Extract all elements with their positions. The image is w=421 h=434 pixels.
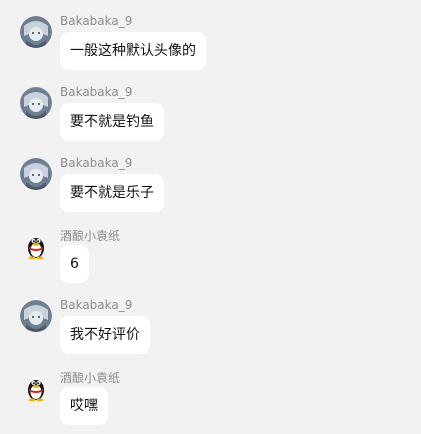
anime-character-avatar-icon[interactable] xyxy=(20,300,52,332)
message-bubble[interactable]: 要不就是钓鱼 xyxy=(60,103,164,141)
qq-penguin-avatar-icon[interactable] xyxy=(20,229,52,261)
message-bubble[interactable]: 6 xyxy=(60,245,89,283)
message-bubble[interactable]: 一般这种默认头像的 xyxy=(60,32,206,70)
sender-name: Bakabaka_9 xyxy=(60,156,133,170)
anime-character-avatar-icon[interactable] xyxy=(20,158,52,190)
anime-character-avatar-icon[interactable] xyxy=(20,87,52,119)
anime-character-avatar-icon[interactable] xyxy=(20,16,52,48)
message-bubble[interactable]: 我不好评价 xyxy=(60,316,150,354)
sender-name: 酒酿小袁纸 xyxy=(60,371,121,385)
chat-message-list[interactable]: Bakabaka_9 一般这种默认头像的 Bakabaka_9 要不就是钓鱼 B… xyxy=(0,0,421,434)
message-bubble[interactable]: 要不就是乐子 xyxy=(60,174,164,212)
qq-penguin-avatar-icon[interactable] xyxy=(20,371,52,403)
sender-name: Bakabaka_9 xyxy=(60,14,133,28)
sender-name: Bakabaka_9 xyxy=(60,298,133,312)
sender-name: 酒酿小袁纸 xyxy=(60,229,121,243)
sender-name: Bakabaka_9 xyxy=(60,85,133,99)
message-bubble[interactable]: 哎嘿 xyxy=(60,387,108,425)
